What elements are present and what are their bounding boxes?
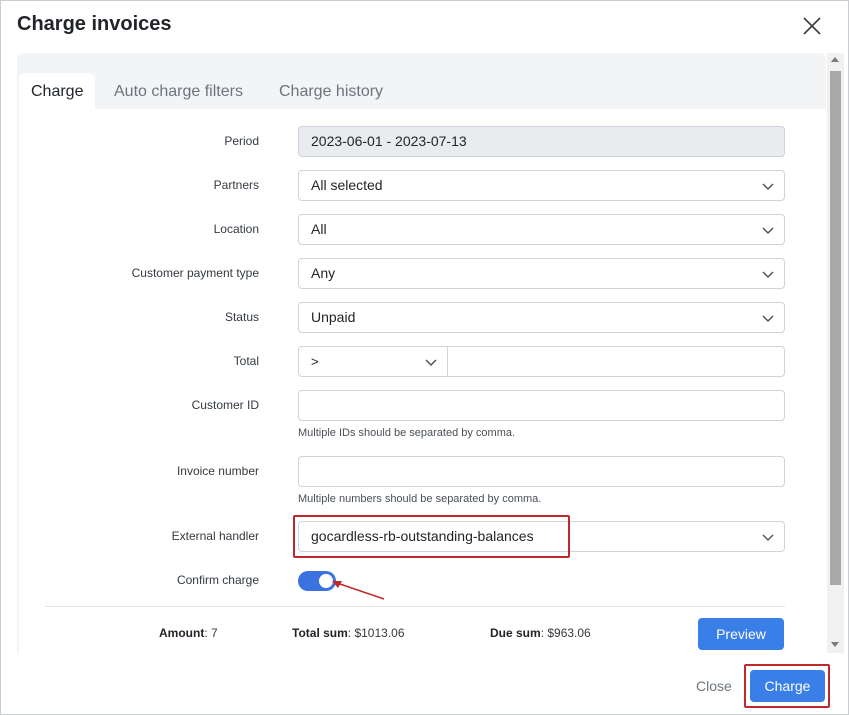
payment-type-label: Customer payment type	[131, 266, 259, 280]
total-value-input[interactable]	[447, 346, 785, 377]
external-handler-highlight	[293, 515, 570, 558]
period-label: Period	[224, 134, 259, 148]
total-sum-label: Total sum	[292, 626, 348, 640]
due-sum-value: : $963.06	[540, 626, 591, 640]
customer-id-label: Customer ID	[191, 398, 259, 412]
invoice-number-input[interactable]	[298, 456, 785, 487]
partners-value: All selected	[311, 177, 383, 193]
total-label: Total	[233, 354, 259, 368]
preview-button[interactable]: Preview	[698, 618, 784, 650]
scrollbar[interactable]	[827, 53, 844, 653]
total-operator-select[interactable]: >	[298, 346, 448, 377]
tab-charge[interactable]: Charge	[19, 73, 96, 111]
partners-select[interactable]: All selected	[298, 170, 785, 201]
amount-value: : 7	[204, 626, 218, 640]
payment-type-select[interactable]: Any	[298, 258, 785, 289]
invoice-number-label: Invoice number	[176, 464, 259, 478]
customer-id-input[interactable]	[298, 390, 785, 421]
divider	[45, 606, 785, 607]
chevron-down-icon	[762, 183, 774, 191]
chevron-down-icon	[762, 534, 774, 542]
partners-label: Partners	[213, 178, 259, 192]
tab-auto-charge-filters[interactable]: Auto charge filters	[102, 73, 255, 111]
charge-panel: Period 2023-06-01 - 2023-07-13 Partners …	[19, 109, 826, 657]
payment-type-value: Any	[311, 265, 336, 281]
status-select[interactable]: Unpaid	[298, 302, 785, 333]
customer-id-hint: Multiple IDs should be separated by comm…	[298, 427, 516, 439]
chevron-down-icon	[762, 271, 774, 279]
status-value: Unpaid	[311, 309, 356, 325]
location-value: All	[311, 221, 327, 237]
due-sum-label: Due sum	[490, 626, 541, 640]
scroll-up-icon[interactable]	[831, 57, 839, 62]
dialog-title: Charge invoices	[17, 13, 172, 35]
invoice-number-hint: Multiple numbers should be separated by …	[298, 493, 542, 505]
confirm-charge-label: Confirm charge	[176, 573, 259, 587]
amount-label: Amount	[159, 626, 205, 640]
close-button[interactable]: Close	[696, 678, 732, 694]
charge-invoices-dialog: Charge invoices Charge Auto charge filte…	[0, 0, 849, 715]
total-operator-value: >	[311, 354, 319, 369]
location-select[interactable]: All	[298, 214, 785, 245]
location-label: Location	[213, 222, 259, 236]
external-handler-label: External handler	[171, 529, 259, 543]
arrow-annotation-icon	[332, 581, 385, 600]
due-sum-summary: Due sum: $963.06	[490, 626, 591, 640]
tab-charge-history[interactable]: Charge history	[267, 73, 395, 111]
chevron-down-icon	[762, 227, 774, 235]
scroll-thumb[interactable]	[830, 71, 841, 585]
dialog-body: Charge Auto charge filters Charge histor…	[17, 53, 826, 657]
amount-summary: Amount: 7	[159, 626, 218, 640]
status-label: Status	[224, 310, 259, 324]
total-sum-value: : $1013.06	[347, 626, 405, 640]
close-icon[interactable]	[801, 15, 823, 37]
total-sum-summary: Total sum: $1013.06	[292, 626, 405, 640]
scroll-down-icon[interactable]	[831, 642, 839, 647]
chevron-down-icon	[425, 359, 437, 367]
period-input[interactable]: 2023-06-01 - 2023-07-13	[298, 126, 785, 157]
charge-button[interactable]: Charge	[750, 670, 825, 702]
chevron-down-icon	[762, 315, 774, 323]
